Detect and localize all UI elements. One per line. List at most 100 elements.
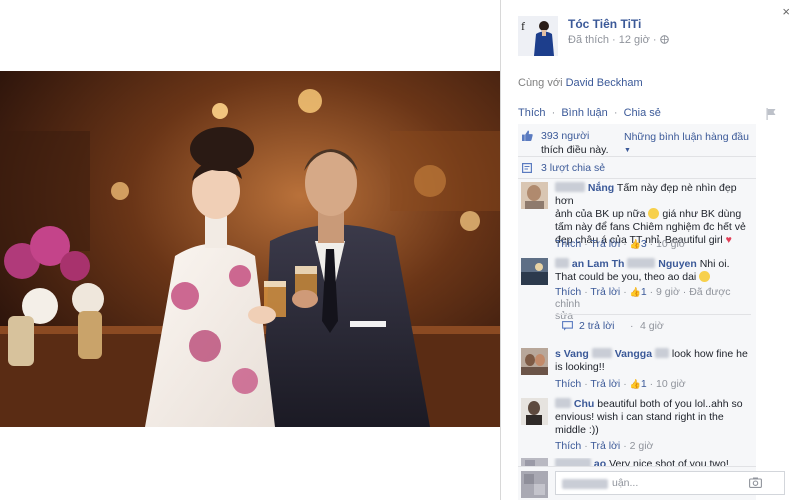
replies-time[interactable]: 4 giờ: [640, 320, 664, 332]
shares-row[interactable]: 3 lượt chia sẻ: [518, 161, 756, 177]
comment-item: an Lam Th Nguyen Nhi oi. That could be y…: [518, 258, 756, 338]
like-thumb-icon: 👍: [629, 239, 641, 249]
comment-input[interactable]: uận...: [555, 471, 785, 495]
tagged-prefix: Cùng với: [518, 77, 563, 89]
comment-like-link[interactable]: Thích: [555, 286, 581, 298]
commenter-name[interactable]: s Vang: [555, 348, 589, 360]
comment-item: Chu beautiful both of you lol..ahh so en…: [518, 398, 756, 454]
heart-emoji-icon: ♥: [725, 234, 732, 246]
blurred-name: [591, 348, 612, 358]
comment-line: ảnh của BK up nữa: [555, 208, 646, 220]
divider: [518, 178, 756, 179]
like-link[interactable]: Thích: [518, 107, 546, 119]
tagged-line: Cùng với David Beckham: [518, 77, 643, 89]
comment-like-count[interactable]: 3: [641, 238, 647, 250]
comment-text: s Vang Vangga look how fine he is lookin…: [555, 348, 751, 374]
replies-row[interactable]: 2 trả lời · 4 giờ: [555, 314, 751, 338]
comment-reply-link[interactable]: Trả lời: [590, 378, 620, 390]
photo-viewer: × f Tóc Tiên TiTi Đã thích · 12 giờ · Cù…: [0, 0, 798, 500]
like-thumb-icon: 👍: [629, 287, 641, 297]
comment-actions: Thích · Trả lời · 2 giờ: [555, 440, 654, 452]
commenter-name[interactable]: Th: [612, 258, 625, 270]
comment-like-count[interactable]: 1: [641, 286, 647, 298]
commenter-name[interactable]: an Lam: [572, 258, 609, 270]
comment-like-link[interactable]: Thích: [555, 440, 581, 452]
likes-row: 393 người thích điều này. Những bình luậ…: [518, 128, 756, 156]
globe-icon[interactable]: [659, 34, 669, 46]
svg-text:f: f: [521, 19, 525, 33]
photo-stage: [0, 0, 500, 500]
comments-section: 393 người thích điều này. Những bình luậ…: [518, 124, 785, 500]
comment-time[interactable]: 9 giờ: [656, 286, 680, 298]
like-thumb-icon: [522, 130, 533, 144]
chevron-down-icon: ▼: [624, 147, 631, 154]
comment-time[interactable]: 10 giờ: [656, 238, 686, 250]
comment-like-count[interactable]: 1: [641, 378, 647, 390]
comment-line: Nhi oi.: [699, 258, 730, 270]
reply-icon: [562, 321, 573, 334]
author-avatar[interactable]: f: [518, 16, 558, 56]
commenter-name[interactable]: Vangga: [615, 348, 652, 360]
close-icon[interactable]: ×: [782, 4, 790, 19]
comment-like-link[interactable]: Thích: [555, 378, 581, 390]
replies-link[interactable]: 2 trả lời: [579, 320, 614, 332]
comment-line: tấm này để fans Chiêm nghiệm đc hết vẻ: [555, 221, 746, 233]
sort-label: Những bình luận hàng đầu: [624, 131, 749, 143]
comment-line: That could be you, theo ao dai: [555, 271, 697, 283]
post-actions: Thích · Bình luận · Chia sẻ: [518, 107, 661, 119]
comment-reply-link[interactable]: Trả lời: [590, 440, 620, 452]
like-thumb-icon: 👍: [629, 379, 641, 389]
likes-count-link[interactable]: 393 người: [541, 130, 589, 142]
comment-placeholder: uận...: [612, 477, 639, 489]
photo-image: [0, 71, 500, 427]
avatar[interactable]: [521, 182, 548, 209]
tagged-person-link[interactable]: David Beckham: [566, 77, 643, 89]
post-sidebar: × f Tóc Tiên TiTi Đã thích · 12 giờ · Cù…: [500, 0, 798, 500]
blurred-name: [555, 182, 585, 192]
liked-status: Đã thích: [568, 34, 609, 46]
comment-line: middle :)): [555, 424, 599, 436]
comment-text: an Lam Th Nguyen Nhi oi. That could be y…: [555, 258, 751, 284]
comment-link[interactable]: Bình luận: [561, 107, 607, 119]
comment-line: is looking!!: [555, 361, 605, 373]
comment-sort-dropdown[interactable]: Những bình luận hàng đầu ▼: [624, 131, 756, 155]
author-name[interactable]: Tóc Tiên TiTi: [568, 17, 641, 31]
comment-line: envious! wish i can stand right in the: [555, 411, 724, 423]
avatar[interactable]: [521, 258, 548, 285]
post-time[interactable]: 12 giờ: [619, 34, 650, 46]
avatar[interactable]: [521, 398, 548, 425]
comment-like-link[interactable]: Thích: [555, 238, 581, 250]
flag-icon[interactable]: [766, 107, 776, 120]
comment-item: s Vang Vangga look how fine he is lookin…: [518, 348, 756, 394]
comment-text: Chu beautiful both of you lol..ahh so en…: [555, 398, 751, 437]
blurred-name: [555, 258, 569, 268]
commenter-name[interactable]: Nắng: [588, 182, 614, 194]
comment-reply-link[interactable]: Trả lời: [590, 286, 620, 298]
share-link[interactable]: Chia sẻ: [624, 107, 661, 119]
comment-time[interactable]: 10 giờ: [656, 378, 686, 390]
commenter-name[interactable]: Nguyen: [658, 258, 697, 270]
post-photo[interactable]: [0, 71, 500, 427]
divider: [518, 156, 756, 157]
commenter-name[interactable]: Chu: [574, 398, 594, 410]
comment-item: Nắng Tấm này đẹp nè nhìn đẹp hơn ảnh của…: [518, 182, 756, 254]
avatar[interactable]: [521, 348, 548, 375]
post-meta: Đã thích · 12 giờ ·: [568, 34, 669, 46]
comment-time[interactable]: 2 giờ: [630, 440, 654, 452]
comment-line: beautiful both of you lol..ahh so: [597, 398, 743, 410]
share-icon: [522, 163, 533, 176]
comment-actions: Thích · Trả lời · 👍1 · 10 giờ: [555, 378, 686, 390]
camera-icon[interactable]: [749, 477, 762, 491]
comment-reply-link[interactable]: Trả lời: [590, 238, 620, 250]
laugh-emoji-icon: [699, 271, 711, 282]
smile-emoji-icon: [648, 208, 660, 219]
comment-line: giá như BK dùng: [662, 208, 742, 220]
likes-suffix: thích điều này.: [541, 144, 609, 156]
comment-actions: Thích · Trả lời · 👍3 · 10 giờ: [555, 238, 686, 250]
avatar: [521, 471, 548, 498]
shares-count[interactable]: 3 lượt chia sẻ: [541, 162, 605, 174]
write-comment-area: uận...: [518, 466, 785, 500]
blurred-name: [654, 348, 669, 358]
blurred-name: [627, 258, 656, 268]
comment-line: look how fine he: [671, 348, 748, 360]
